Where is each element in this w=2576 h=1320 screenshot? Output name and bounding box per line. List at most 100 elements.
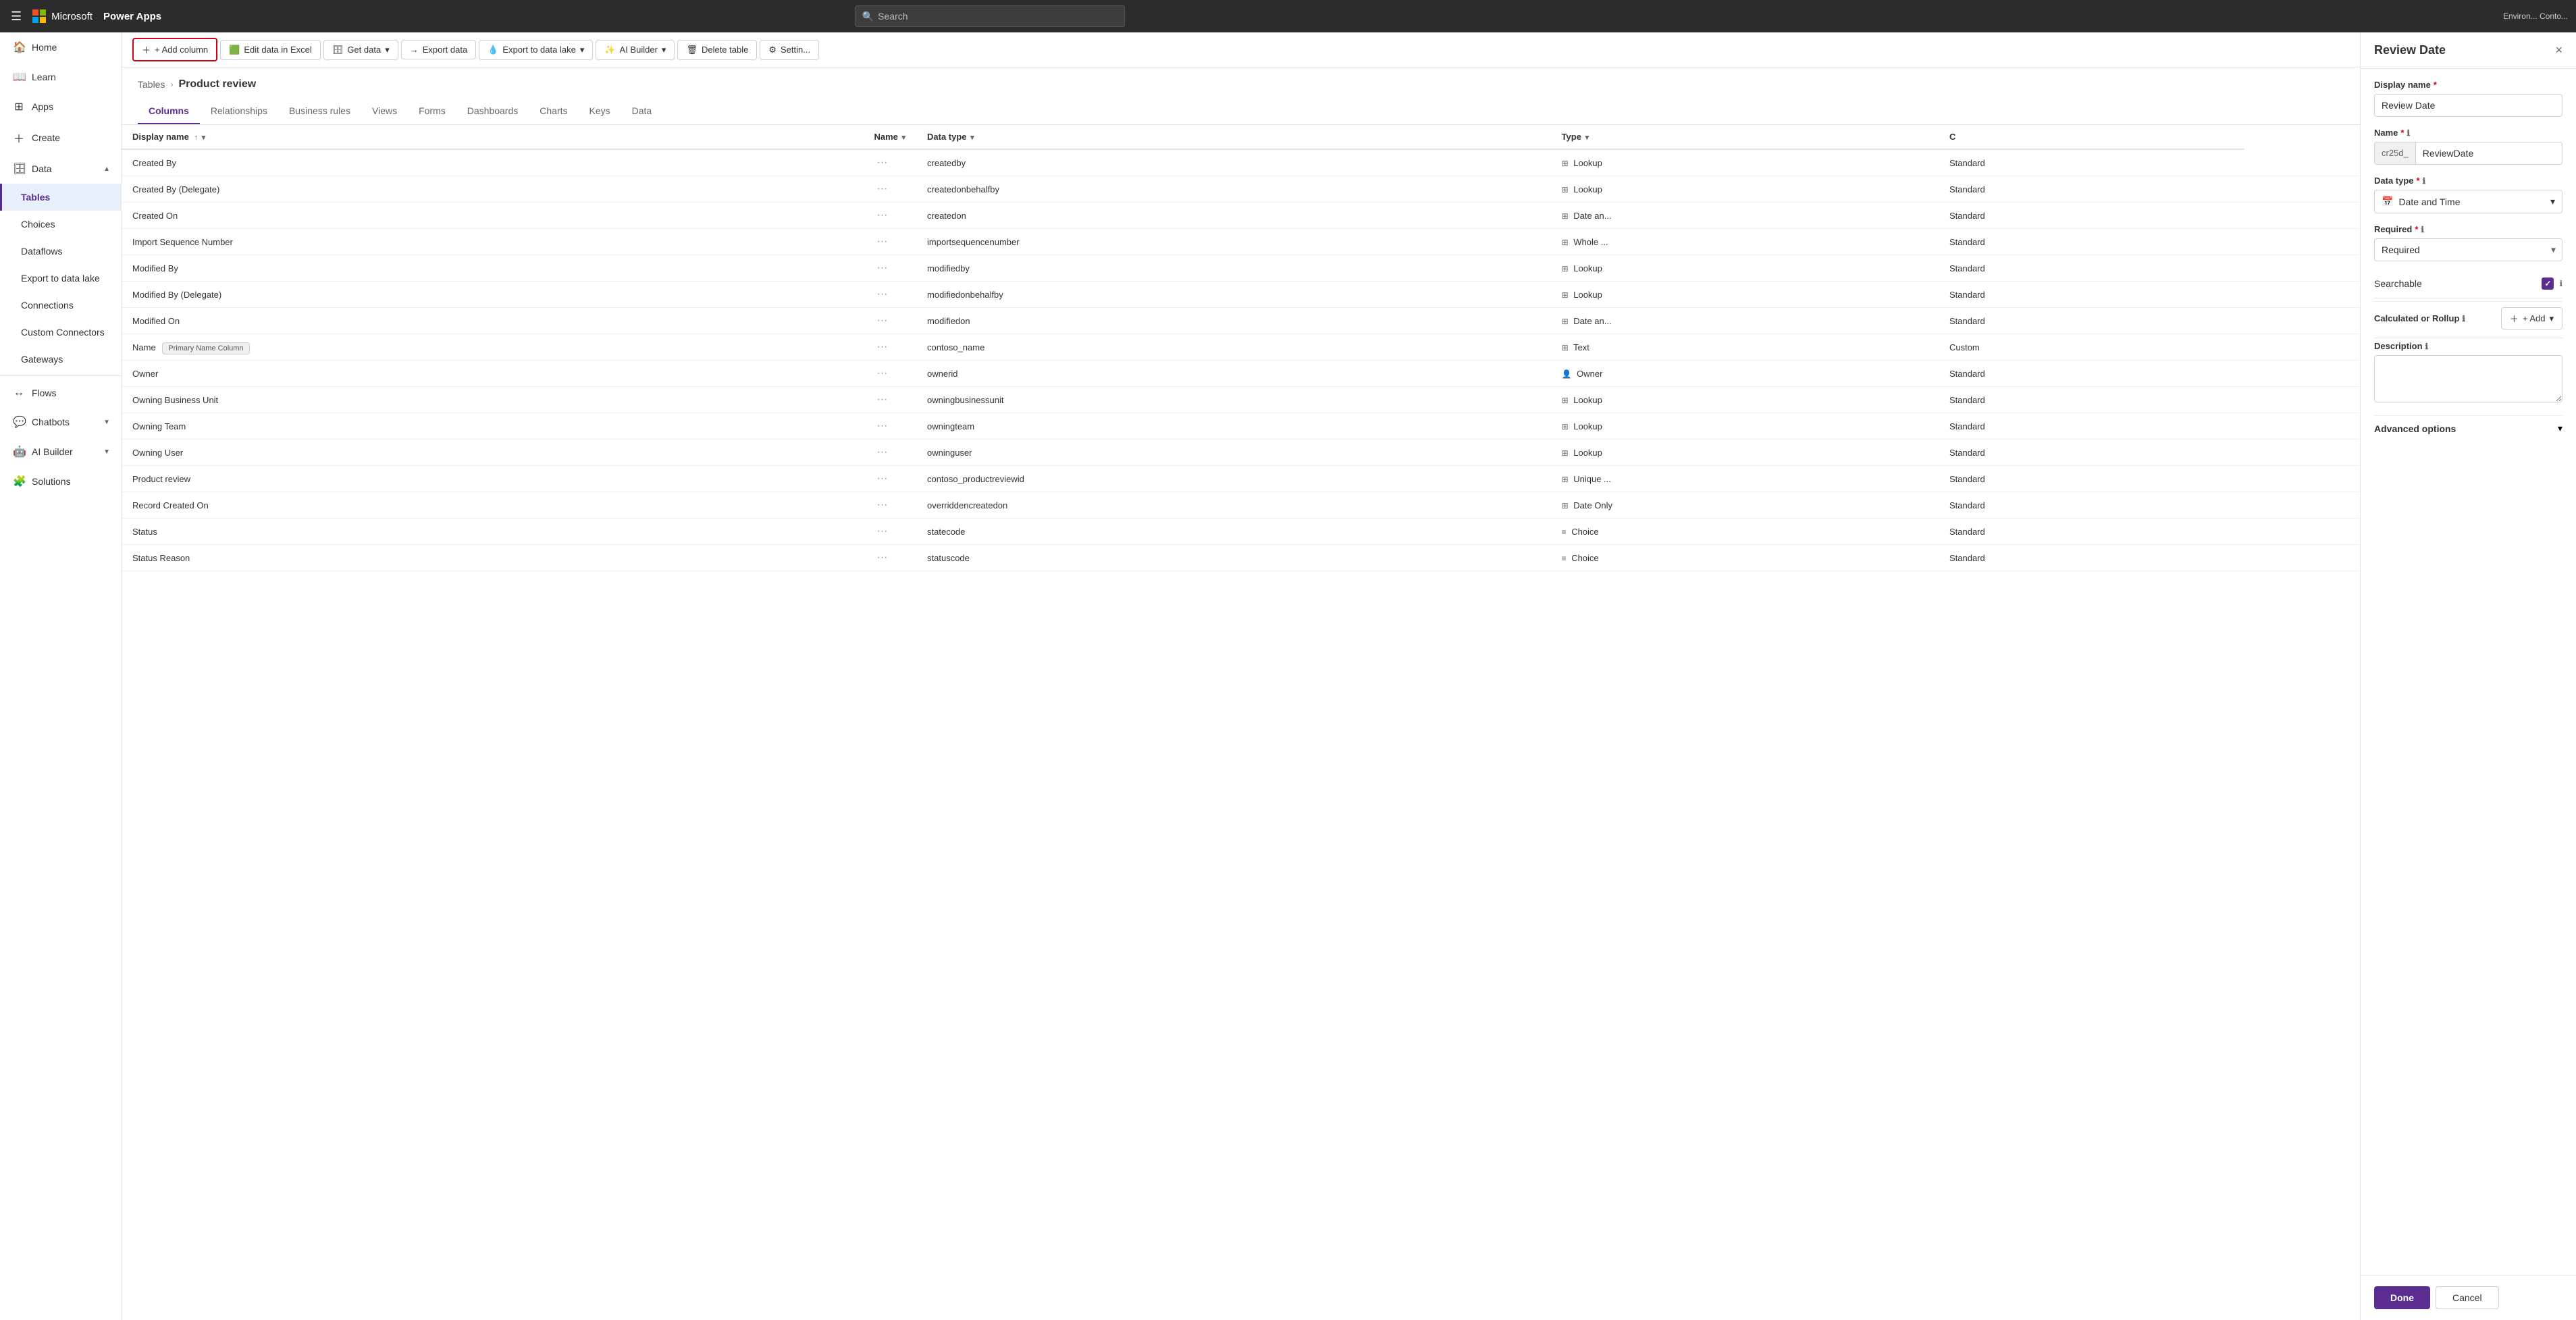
sidebar-item-apps[interactable]: ⊞ Apps [0, 92, 121, 122]
name-col-chevron-icon[interactable]: ▾ [901, 134, 905, 142]
sidebar-item-connectors[interactable]: Custom Connectors [0, 319, 121, 346]
advanced-options-row[interactable]: Advanced options ▾ [2374, 415, 2562, 441]
cell-dots[interactable]: ··· [863, 440, 916, 466]
ai-builder-button[interactable]: ✨ AI Builder ▾ [596, 40, 675, 60]
name-info-icon[interactable]: ℹ [2407, 128, 2410, 138]
sidebar-item-create[interactable]: ＋ Create [0, 122, 121, 154]
row-menu-icon[interactable]: ··· [874, 236, 890, 247]
top-nav: ☰ Microsoft Power Apps 🔍 Environ... Cont… [0, 0, 2576, 32]
edit-excel-button[interactable]: 🟩 Edit data in Excel [220, 40, 321, 60]
searchable-label: Searchable [2374, 278, 2422, 289]
tab-views[interactable]: Views [361, 99, 408, 124]
add-calc-button[interactable]: ＋ + Add ▾ [2501, 307, 2562, 329]
row-menu-icon[interactable]: ··· [874, 552, 890, 563]
sidebar-item-aibuilder[interactable]: 🤖 AI Builder ▼ [0, 437, 121, 467]
settings-button[interactable]: ⚙ Settin... [760, 40, 819, 60]
row-menu-icon[interactable]: ··· [874, 262, 890, 273]
row-menu-icon[interactable]: ··· [874, 394, 890, 405]
display-name-input[interactable] [2374, 94, 2562, 117]
row-menu-icon[interactable]: ··· [874, 157, 890, 168]
cell-dots[interactable]: ··· [863, 334, 916, 361]
cell-dots[interactable]: ··· [863, 176, 916, 203]
row-menu-icon[interactable]: ··· [874, 288, 890, 300]
cell-dots[interactable]: ··· [863, 149, 916, 176]
cell-dots[interactable]: ··· [863, 282, 916, 308]
col-header-name[interactable]: Name ▾ [863, 125, 916, 149]
tab-keys[interactable]: Keys [579, 99, 621, 124]
dt-info-icon[interactable]: ℹ [2423, 176, 2426, 186]
row-menu-icon[interactable]: ··· [874, 446, 890, 458]
desc-info-icon[interactable]: ℹ [2425, 342, 2429, 351]
cell-dots[interactable]: ··· [863, 387, 916, 413]
done-button[interactable]: Done [2374, 1286, 2430, 1309]
sidebar-item-dataflows[interactable]: Dataflows [0, 238, 121, 265]
row-menu-icon[interactable]: ··· [874, 420, 890, 431]
ai-icon: 🤖 [13, 445, 25, 458]
row-menu-icon[interactable]: ··· [874, 315, 890, 326]
tab-businessrules[interactable]: Business rules [278, 99, 361, 124]
cell-dots[interactable]: ··· [863, 361, 916, 387]
export-data-button[interactable]: → Export data [401, 40, 477, 59]
cell-dots[interactable]: ··· [863, 466, 916, 492]
col-chevron-icon[interactable]: ▾ [202, 134, 206, 142]
sidebar-item-learn[interactable]: 📖 Learn [0, 62, 121, 92]
sidebar-item-gateways[interactable]: Gateways [0, 346, 121, 373]
tab-relationships[interactable]: Relationships [200, 99, 278, 124]
calc-info-icon[interactable]: ℹ [2462, 314, 2465, 323]
cell-dots[interactable]: ··· [863, 492, 916, 519]
row-menu-icon[interactable]: ··· [874, 341, 890, 352]
sidebar-item-connections[interactable]: Connections [0, 292, 121, 319]
sidebar-item-choices[interactable]: Choices [0, 211, 121, 238]
cell-dots[interactable]: ··· [863, 203, 916, 229]
name-prefix-field: cr25d_ [2374, 142, 2562, 165]
hamburger-icon[interactable]: ☰ [8, 7, 24, 26]
delete-table-button[interactable]: 🗑 Delete table [677, 40, 757, 60]
breadcrumb-tables[interactable]: Tables [138, 79, 165, 90]
cell-dots[interactable]: ··· [863, 255, 916, 282]
type-col-chevron-icon[interactable]: ▾ [1585, 134, 1589, 142]
row-menu-icon[interactable]: ··· [874, 209, 890, 221]
sidebar-item-solutions[interactable]: 🧩 Solutions [0, 467, 121, 496]
get-data-button[interactable]: 🗄 Get data ▾ [323, 40, 398, 60]
cell-dots[interactable]: ··· [863, 545, 916, 571]
sidebar-item-flows[interactable]: ↔ Flows [0, 379, 121, 407]
sidebar-item-chatbots[interactable]: 💬 Chatbots ▼ [0, 407, 121, 437]
cell-dots[interactable]: ··· [863, 413, 916, 440]
sidebar-item-data[interactable]: 🗄 Data ▲ [0, 154, 121, 184]
required-select[interactable]: Required Optional [2374, 238, 2562, 261]
tab-charts[interactable]: Charts [529, 99, 578, 124]
cell-dots[interactable]: ··· [863, 308, 916, 334]
name-prefix-input[interactable] [2416, 142, 2562, 164]
cancel-button[interactable]: Cancel [2436, 1286, 2499, 1309]
sidebar-item-tables[interactable]: Tables [0, 184, 121, 211]
tab-forms[interactable]: Forms [408, 99, 456, 124]
data-type-select[interactable]: 📅 Date and Time ▾ [2374, 190, 2562, 213]
col-header-displayname[interactable]: Display name ↑ ▾ [122, 125, 863, 149]
row-menu-icon[interactable]: ··· [874, 367, 890, 379]
sidebar-item-export[interactable]: Export to data lake [0, 265, 121, 292]
row-menu-icon[interactable]: ··· [874, 525, 890, 537]
search-input[interactable] [878, 11, 1118, 22]
row-menu-icon[interactable]: ··· [874, 499, 890, 510]
sidebar-item-home[interactable]: 🏠 Home [0, 32, 121, 62]
panel-close-button[interactable]: × [2555, 43, 2562, 57]
tab-data[interactable]: Data [621, 99, 663, 124]
desc-textarea[interactable] [2374, 355, 2562, 402]
col-header-type[interactable]: Type ▾ [1551, 125, 1939, 149]
searchable-checkbox[interactable] [2542, 278, 2554, 290]
col-header-datatype[interactable]: Data type ▾ [916, 125, 1551, 149]
row-menu-icon[interactable]: ··· [874, 183, 890, 194]
cell-dots[interactable]: ··· [863, 229, 916, 255]
export-lake-button[interactable]: 💧 Export to data lake ▾ [479, 40, 593, 60]
searchable-info-icon[interactable]: ℹ [2559, 279, 2562, 288]
tab-columns[interactable]: Columns [138, 99, 200, 124]
get-data-chevron-icon: ▾ [385, 45, 390, 55]
req-info-icon[interactable]: ℹ [2421, 225, 2424, 234]
row-menu-icon[interactable]: ··· [874, 473, 890, 484]
datatype-col-chevron-icon[interactable]: ▾ [970, 134, 974, 142]
add-column-button[interactable]: ＋ + Add column [132, 38, 217, 61]
tab-dashboards[interactable]: Dashboards [456, 99, 529, 124]
table-row: Created By ··· createdby ⊞ Lookup Standa… [122, 149, 2360, 176]
cell-dots[interactable]: ··· [863, 519, 916, 545]
adv-chevron-icon: ▾ [2558, 423, 2562, 434]
